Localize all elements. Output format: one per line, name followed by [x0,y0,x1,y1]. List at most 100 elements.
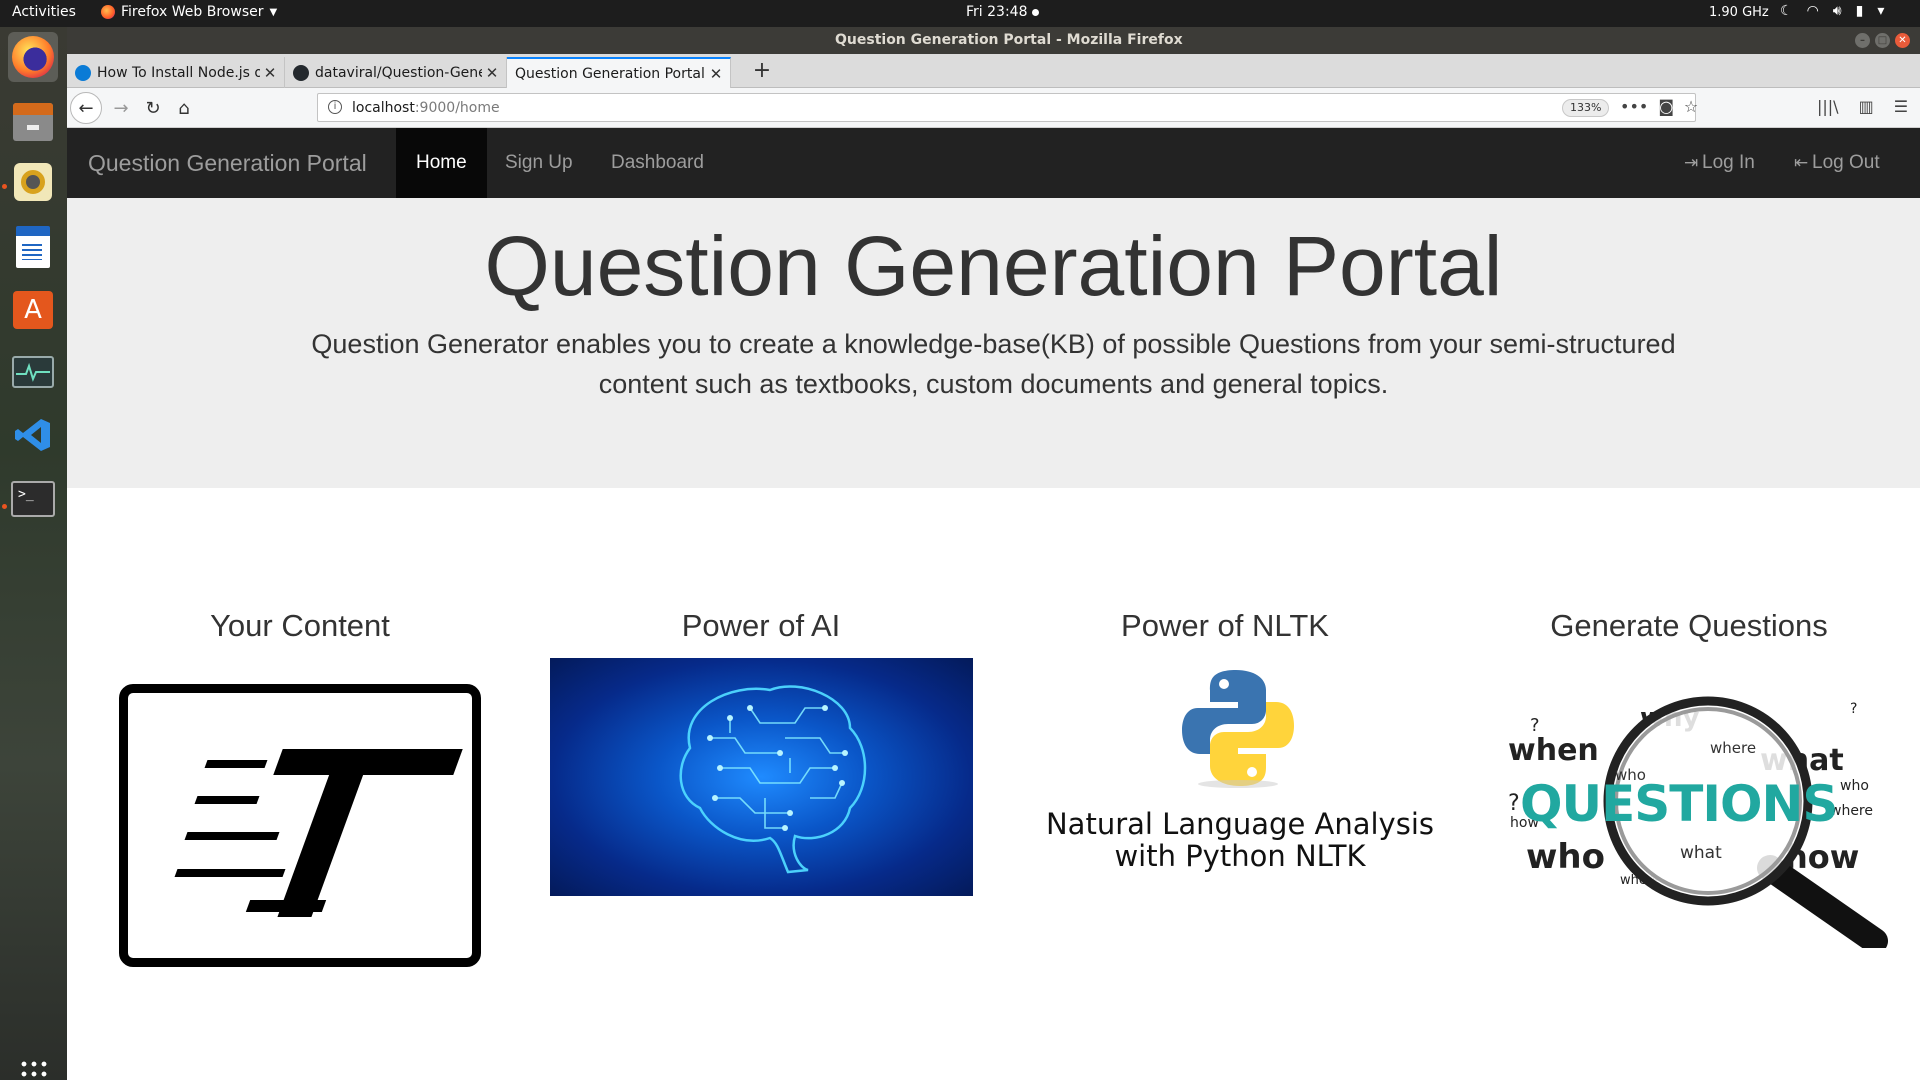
new-tab-button[interactable]: + [748,58,776,83]
dock-software[interactable]: A [8,285,58,335]
close-tab-icon[interactable]: ✕ [482,64,502,82]
dock-files[interactable] [8,97,58,147]
home-button[interactable]: ⌂ [170,94,198,122]
notification-dot-icon [1032,8,1040,16]
digitalocean-icon [75,64,91,81]
pocket-icon[interactable]: ◙ [1658,97,1674,116]
running-indicator [2,184,7,189]
nltk-caption-line1: Natural Language Analysis [1045,807,1434,841]
login-icon: ⇥ [1684,153,1699,172]
volume-icon: 🔊︎ [1832,3,1842,19]
nav-logout[interactable]: ⇤ Log Out [1774,128,1900,198]
dock-firefox[interactable] [8,32,58,82]
tab-strip: How To Install Node.js o ✕ dataviral/Que… [67,54,1920,88]
hero-title: Question Generation Portal [484,219,1503,313]
software-store-icon: A [13,291,53,329]
vscode-icon [13,415,53,455]
nltk-caption-line2: with Python NLTK [1114,839,1366,873]
close-tab-icon[interactable]: ✕ [260,64,280,82]
window-titlebar: Question Generation Portal - Mozilla Fir… [67,27,1920,54]
firefox-icon [101,5,115,19]
content-logo-image [119,684,481,967]
bookmark-star-icon[interactable]: ☆ [1684,97,1698,116]
maximize-button[interactable]: □ [1875,33,1890,48]
browser-toolbar: ← → ↻ ⌂ i localhost:9000/home 133% ••• ◙… [67,88,1920,128]
feature-power-of-ai: Power of AI [531,606,991,646]
tab-question-portal[interactable]: Question Generation Portal ✕ [507,57,731,88]
chevron-down-icon: ▼ [269,6,278,18]
minimize-button[interactable]: – [1855,33,1870,48]
url-actions: ••• ◙ ☆ [1620,97,1698,116]
nltk-caption: Natural Language Analysis with Python NL… [1040,808,1440,872]
terminal-icon: >_ [11,481,55,517]
close-tab-icon[interactable]: ✕ [706,65,726,83]
forward-button[interactable]: → [107,94,135,122]
nav-dashboard[interactable]: Dashboard [591,128,724,198]
dock: A >_ [0,27,67,1087]
question-mark: ? [1530,715,1540,736]
questions-word: QUESTIONS [1520,775,1838,833]
zoom-indicator[interactable]: 133% [1562,99,1610,117]
dock-vscode[interactable] [8,410,58,460]
night-light-icon: ☾ [1780,3,1793,19]
rhythmbox-icon [14,163,52,201]
system-tray[interactable]: ☾ ◠ 🔊︎ ▮ ▾ [1780,3,1884,19]
question-mark: ? [1508,791,1520,816]
back-button[interactable]: ← [70,92,102,124]
svg-text:where: where [1710,739,1756,757]
python-logo-icon [1182,670,1294,788]
firefox-icon [12,36,54,78]
site-info-icon[interactable]: i [328,100,342,114]
tab-label: dataviral/Question-Gene [315,64,482,81]
feature-title: Your Content [210,608,390,643]
dock-writer[interactable] [8,222,58,272]
circuit-brain-icon [679,685,867,874]
dock-rhythmbox[interactable] [8,157,58,207]
app-menu[interactable]: Firefox Web Browser ▼ [101,4,277,20]
window-title: Question Generation Portal - Mozilla Fir… [835,32,1183,48]
logo-t-foot [245,900,327,912]
menu-icon[interactable]: ☰ [1894,97,1908,116]
dock-terminal[interactable]: >_ [8,474,58,524]
github-icon [293,64,309,81]
battery-icon: ▮ [1855,3,1864,19]
tab-label: Question Generation Portal [515,65,705,82]
writer-icon [16,226,50,268]
running-indicator [2,504,7,509]
feature-title: Generate Questions [1550,608,1828,643]
wifi-icon: ◠ [1806,3,1819,19]
library-icon[interactable]: |||\ [1817,97,1839,116]
feature-generate-questions: Generate Questions [1459,606,1919,646]
logo-line [194,796,260,804]
nav-home[interactable]: Home [396,128,487,198]
nav-signup[interactable]: Sign Up [485,128,593,198]
show-applications-icon[interactable] [19,1059,47,1087]
close-window-button[interactable]: ✕ [1895,33,1910,48]
url-bar[interactable]: i localhost:9000/home 133% ••• ◙ ☆ [317,93,1698,122]
ai-brain-image [550,658,973,896]
nav-login[interactable]: ⇥ Log In [1664,128,1775,198]
dock-system-monitor[interactable] [8,347,58,397]
clock-label: Fri 23:48 [966,4,1028,20]
logo-line [184,832,280,840]
chevron-down-icon: ▾ [1877,3,1885,19]
window-controls: – □ ✕ [1855,33,1910,48]
reload-button[interactable]: ↻ [139,94,167,122]
cpu-frequency[interactable]: 1.90 GHz [1709,5,1769,20]
url-text[interactable]: localhost:9000/home [352,100,500,116]
tab-github[interactable]: dataviral/Question-Gene ✕ [285,57,507,88]
svg-text:what: what [1680,843,1722,863]
sidebar-icon[interactable]: ▥ [1859,97,1874,116]
nltk-image: Natural Language Analysis with Python NL… [1040,668,1440,872]
site-brand[interactable]: Question Generation Portal [88,150,367,177]
tab-label: How To Install Node.js o [97,64,260,81]
site-navbar: Question Generation Portal Home Sign Up … [67,128,1920,198]
toolbar-right: |||\ ▥ ☰ [1817,97,1908,116]
clock[interactable]: Fri 23:48 [966,4,1040,20]
page-actions-icon[interactable]: ••• [1620,97,1648,116]
logo-line [174,869,286,877]
system-top-bar: Activities Firefox Web Browser ▼ Fri 23:… [0,0,1920,27]
tab-nodejs[interactable]: How To Install Node.js o ✕ [67,57,285,88]
activities-button[interactable]: Activities [12,4,76,20]
web-page: Question Generation Portal Home Sign Up … [67,128,1920,1080]
